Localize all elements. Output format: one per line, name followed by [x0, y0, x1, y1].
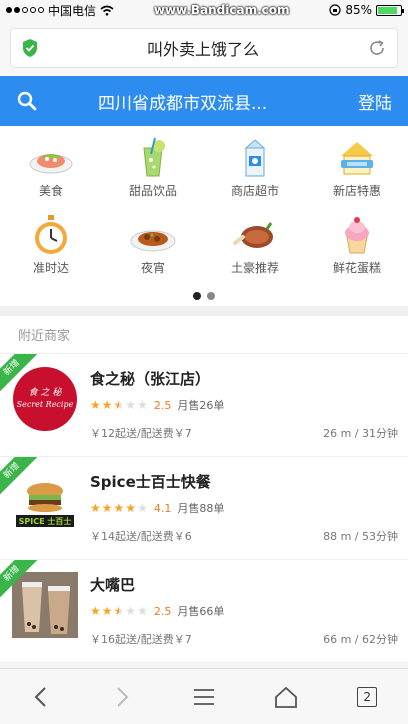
monthly-sales: 月售26单: [177, 399, 225, 412]
drink-icon: [143, 137, 165, 177]
svg-text:Secret Recipe: Secret Recipe: [17, 400, 74, 409]
rating-row: ★ ★ ★ ★ ★ 2.5 月售26单: [90, 397, 398, 413]
back-button[interactable]: [19, 675, 63, 719]
chevron-right-icon: [117, 686, 129, 707]
login-button[interactable]: 登陆: [358, 89, 392, 114]
home-icon: [274, 686, 297, 708]
category-supermarket[interactable]: 商店超市: [204, 136, 306, 199]
distance-time: 66 m / 62分钟: [323, 633, 398, 646]
rating-stars: ★ ★ ★ ★ ★: [90, 501, 148, 515]
menu-button[interactable]: [182, 675, 226, 719]
rating-row: ★ ★ ★ ★ ★ 2.5 月售66单: [90, 603, 398, 619]
tabs-button[interactable]: 2: [345, 675, 389, 719]
wifi-icon: [100, 5, 114, 16]
shop-list-item[interactable]: 新增 大嘴巴 ★ ★ ★ ★ ★ 2.5 月售66单 ￥16起送/配送费￥7 66 m …: [0, 560, 408, 663]
shop-name: Spice士百士快餐: [90, 473, 211, 491]
chevron-left-icon: [34, 686, 46, 707]
page-title: 叫外卖上饿了么: [146, 40, 259, 59]
category-label: 土豪推荐: [230, 261, 279, 275]
new-store-icon: [341, 142, 373, 175]
category-night-snack[interactable]: 夜宵: [102, 213, 204, 276]
meat-icon: [233, 222, 273, 248]
svg-text:SPICE 士百士: SPICE 士百士: [19, 516, 72, 526]
monthly-sales: 月售66单: [177, 605, 225, 618]
category-pager[interactable]: [0, 292, 408, 300]
forward-button[interactable]: [100, 675, 144, 719]
category-food[interactable]: 美食: [0, 136, 102, 199]
carrier-label: 中国电信: [48, 3, 97, 18]
category-label: 商店超市: [230, 184, 279, 198]
rating-score: 2.5: [153, 604, 172, 618]
reload-icon[interactable]: [367, 38, 387, 58]
delivery-fees: ￥12起送/配送费￥7: [90, 427, 192, 440]
search-icon[interactable]: [16, 90, 38, 112]
rating-stars: ★ ★ ★ ★ ★: [90, 604, 148, 618]
battery-percent: 85%: [345, 3, 372, 17]
pager-dot-active[interactable]: [193, 292, 201, 300]
browser-address-area: 叫外卖上饿了么: [0, 20, 408, 76]
category-label: 新店特惠: [332, 184, 381, 198]
category-flowers-cake[interactable]: 鲜花蛋糕: [306, 213, 408, 276]
rating-score: 2.5: [153, 398, 172, 412]
recording-watermark: www.Bandicam.com: [153, 3, 290, 17]
secure-shield-icon: [23, 39, 37, 57]
home-button[interactable]: [264, 675, 308, 719]
tab-count-badge: 2: [357, 686, 378, 707]
category-label: 美食: [38, 184, 63, 198]
address-bar[interactable]: 叫外卖上饿了么: [10, 28, 398, 68]
category-new-store[interactable]: 新店特惠: [306, 136, 408, 199]
delivery-fees: ￥14起送/配送费￥6: [90, 530, 192, 543]
rating-stars: ★ ★ ★ ★ ★: [90, 398, 148, 412]
monthly-sales: 月售88单: [177, 502, 225, 515]
shop-name: 食之秘（张江店）: [90, 370, 211, 388]
milk-carton-icon: [244, 139, 266, 177]
location-selector[interactable]: 四川省成都市双流县...: [98, 89, 358, 114]
shop-list-item[interactable]: 新增 SPICE 士百士 Spice士百士快餐 ★ ★ ★ ★ ★ 4.1 月售88单 …: [0, 457, 408, 560]
shop-logo-image: 食 之 秘 Secret Recipe: [13, 367, 77, 431]
night-snack-icon: [130, 230, 176, 252]
category-on-time[interactable]: 准时达: [0, 213, 102, 276]
category-label: 准时达: [32, 261, 69, 275]
shop-name: 大嘴巴: [90, 576, 136, 594]
rating-score: 4.1: [153, 501, 172, 515]
battery-icon: [376, 4, 404, 16]
svg-text:食 之 秘: 食 之 秘: [29, 387, 63, 398]
status-bar: 中国电信 www.Bandicam.com 85%: [0, 0, 408, 20]
rating-row: ★ ★ ★ ★ ★ 4.1 月售88单: [90, 500, 398, 516]
category-grid: 美食 甜品饮品 商店超市 新店特惠 准时达 夜宵 土豪推荐 鲜花蛋糕: [0, 126, 408, 306]
shop-list-item[interactable]: 新增 食 之 秘 Secret Recipe 食之秘（张江店） ★ ★ ★ ★ ★ 2.…: [0, 354, 408, 457]
hamburger-icon: [193, 688, 214, 705]
category-label: 甜品饮品: [128, 184, 177, 198]
category-drinks[interactable]: 甜品饮品: [102, 136, 204, 199]
app-header: 四川省成都市双流县... 登陆: [0, 76, 408, 126]
cupcake-icon: [345, 217, 369, 254]
category-label: 鲜花蛋糕: [332, 261, 381, 275]
delivery-fees: ￥16起送/配送费￥7: [90, 633, 192, 646]
browser-toolbar: 2: [0, 668, 408, 724]
orientation-lock-icon: [329, 4, 341, 16]
shop-logo-image: SPICE 士百士: [12, 469, 78, 535]
stopwatch-icon: [35, 215, 67, 254]
category-premium[interactable]: 土豪推荐: [204, 213, 306, 276]
distance-time: 88 m / 53分钟: [323, 530, 398, 543]
shop-photo-image: [12, 572, 78, 638]
distance-time: 26 m / 31分钟: [323, 427, 398, 440]
pager-dot[interactable]: [207, 292, 215, 300]
signal-icon: [6, 7, 44, 13]
section-divider: [0, 306, 408, 316]
category-label: 夜宵: [140, 261, 165, 275]
nearby-section-title: 附近商家: [0, 316, 408, 354]
food-bowl-icon: [29, 154, 73, 174]
